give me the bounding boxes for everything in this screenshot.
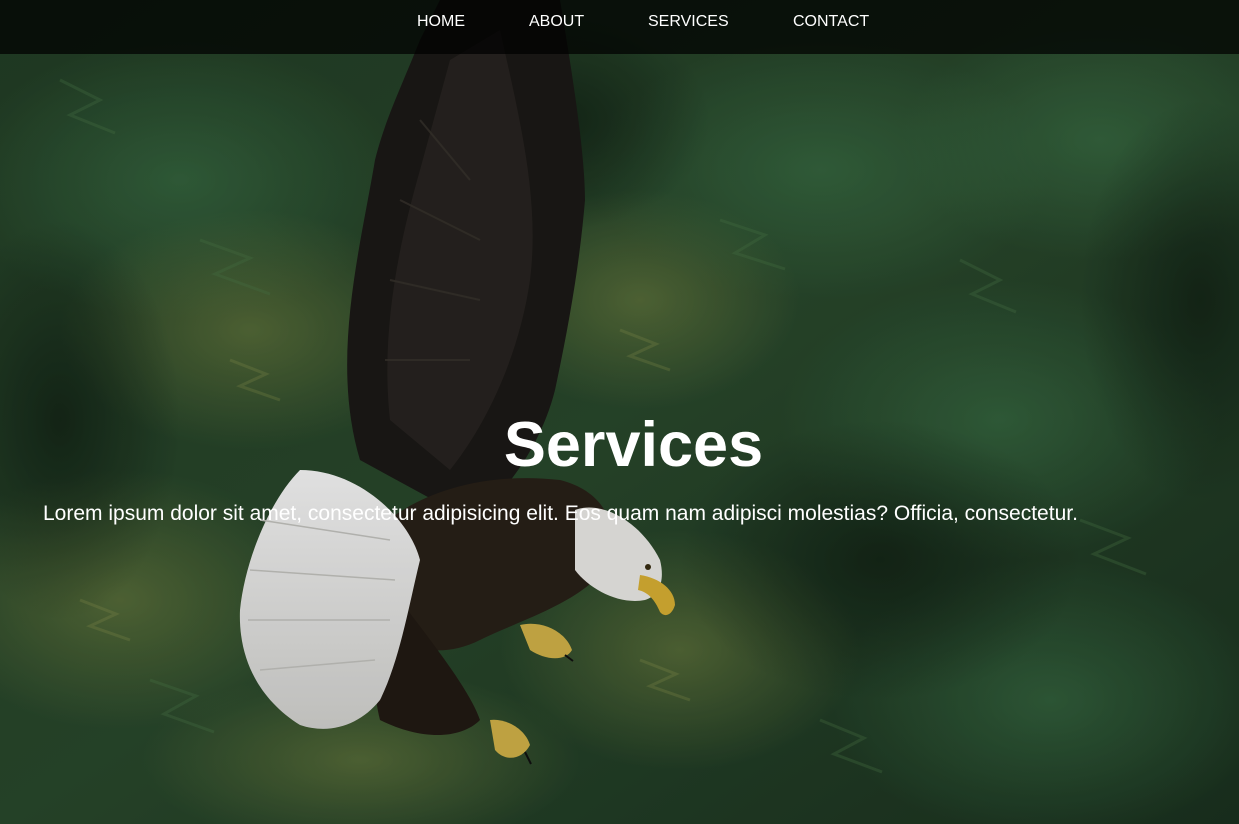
page-title: Services [503, 410, 764, 480]
nav-link-home[interactable]: HOME [417, 13, 465, 31]
hero-subtitle: Lorem ipsum dolor sit amet, consectetur … [43, 502, 1078, 525]
hero-section: HOME ABOUT SERVICES CONTACT Services Lor… [0, 0, 1239, 824]
nav-link-contact[interactable]: CONTACT [793, 13, 869, 31]
top-navbar: HOME ABOUT SERVICES CONTACT [0, 0, 1239, 54]
nav-link-services[interactable]: SERVICES [648, 13, 729, 31]
nav-link-about[interactable]: ABOUT [529, 13, 584, 31]
